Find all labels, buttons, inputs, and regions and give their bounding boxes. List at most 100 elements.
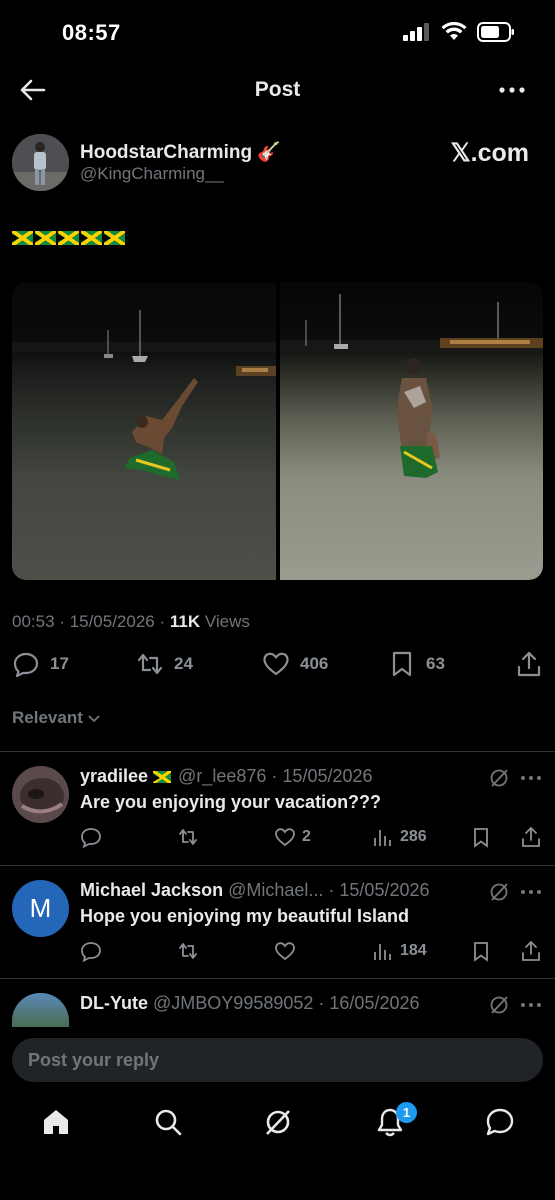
author-name-text: HoodstarCharming xyxy=(80,142,253,163)
divider xyxy=(0,978,555,979)
heart-icon xyxy=(263,652,289,676)
reply-author-name[interactable]: Michael Jackson xyxy=(80,880,223,900)
reply-icon xyxy=(13,652,39,678)
author-handle[interactable]: @KingCharming__ xyxy=(80,164,224,184)
reply-avatar[interactable] xyxy=(12,766,69,823)
reply-actions: 2 286 xyxy=(80,826,545,850)
avatar-person-photo xyxy=(12,134,69,191)
sort-label: Relevant xyxy=(12,708,83,727)
reply-view-count: 184 xyxy=(400,942,427,959)
reply-more-icon[interactable] xyxy=(519,882,543,902)
grok-icon[interactable] xyxy=(488,994,510,1016)
reply-item[interactable]: yradilee @r_lee876 · 15/05/2026 Are you … xyxy=(0,766,555,852)
bookmark-count: 63 xyxy=(426,654,445,673)
author-name[interactable]: HoodstarCharming 🎸 xyxy=(80,140,281,164)
reply-views[interactable]: 286 xyxy=(372,826,427,848)
reply-item[interactable]: DL-Yute @JMBOY99589052 · 16/05/2026 xyxy=(0,993,555,1029)
reply-icon xyxy=(81,828,101,848)
reply-bookmark-button[interactable] xyxy=(470,940,492,962)
reply-author-name[interactable]: yradilee xyxy=(80,766,148,786)
reply-repost-button[interactable] xyxy=(177,940,199,962)
avatar-photo xyxy=(12,766,69,823)
reply-actions: 184 xyxy=(80,940,545,964)
post-time: 00:53 xyxy=(12,612,55,631)
search-icon[interactable] xyxy=(152,1106,184,1138)
reply-text: Hope you enjoying my beautiful Island xyxy=(80,906,410,926)
more-options-icon[interactable] xyxy=(497,76,527,104)
reply-reply-button[interactable] xyxy=(80,940,102,962)
reply-item[interactable]: M Michael Jackson @Michael... · 15/05/20… xyxy=(0,880,555,966)
reply-bookmark-button[interactable] xyxy=(470,826,492,848)
reply-view-count: 286 xyxy=(400,828,427,845)
grok-icon[interactable] xyxy=(262,1106,294,1138)
reply-share-button[interactable] xyxy=(520,826,542,848)
reply-header: yradilee @r_lee876 · 15/05/2026 xyxy=(80,766,373,786)
reply-input[interactable] xyxy=(12,1038,543,1082)
reply-header: Michael Jackson @Michael... · 15/05/2026 xyxy=(80,880,430,900)
post-media xyxy=(12,282,543,580)
like-button[interactable]: 406 xyxy=(262,650,328,678)
post-text xyxy=(12,226,127,249)
post-photo-1[interactable] xyxy=(12,282,276,580)
reply-views[interactable]: 184 xyxy=(372,940,427,962)
reply-composer[interactable] xyxy=(12,1038,543,1082)
views-label: Views xyxy=(204,612,250,631)
messages-icon[interactable] xyxy=(484,1106,516,1138)
reply-date: 16/05/2026 xyxy=(329,993,420,1013)
reply-handle[interactable]: @JMBOY99589052 xyxy=(153,993,313,1013)
reply-like-button[interactable] xyxy=(274,940,296,962)
divider xyxy=(0,751,555,752)
reply-reply-button[interactable] xyxy=(80,826,102,848)
x-com-mark: 𝕏.com xyxy=(450,139,530,167)
reply-handle[interactable]: @Michael... xyxy=(228,880,323,900)
grok-icon[interactable] xyxy=(488,881,510,903)
reply-more-icon[interactable] xyxy=(519,995,543,1015)
signal-icon xyxy=(403,23,429,41)
reply-button[interactable]: 17 xyxy=(12,650,69,678)
jamaica-flag-icon xyxy=(58,230,79,245)
divider xyxy=(0,865,555,866)
repost-count: 24 xyxy=(174,654,193,673)
repost-icon xyxy=(179,943,197,959)
share-icon xyxy=(522,940,540,961)
share-icon xyxy=(522,826,540,847)
views-count: 11K xyxy=(169,612,201,631)
share-button[interactable] xyxy=(515,650,543,678)
reply-like-count: 2 xyxy=(302,828,311,845)
views-icon xyxy=(374,944,391,960)
grok-icon[interactable] xyxy=(488,767,510,789)
night-beach-photo-1 xyxy=(12,310,276,480)
author-avatar[interactable] xyxy=(12,134,69,191)
reply-like-button[interactable]: 2 xyxy=(274,826,311,848)
post-date: 15/05/2026 xyxy=(69,612,155,631)
night-beach-photo-2 xyxy=(279,294,543,478)
sort-replies-dropdown[interactable]: Relevant xyxy=(12,708,101,728)
home-icon[interactable] xyxy=(40,1106,72,1138)
reply-date: 15/05/2026 xyxy=(282,766,373,786)
post-photo-2[interactable] xyxy=(279,282,543,580)
reply-author-name[interactable]: DL-Yute xyxy=(80,993,148,1013)
reply-text: Are you enjoying your vacation??? xyxy=(80,792,382,812)
reply-icon xyxy=(81,942,101,962)
jamaica-flag-icon xyxy=(35,230,56,245)
reply-avatar[interactable] xyxy=(12,993,69,1027)
heart-icon xyxy=(275,828,295,847)
bookmark-icon xyxy=(474,942,488,962)
notifications-badge: 1 xyxy=(396,1102,417,1123)
reply-repost-button[interactable] xyxy=(177,826,199,848)
reply-more-icon[interactable] xyxy=(519,768,543,788)
reply-avatar[interactable]: M xyxy=(12,880,69,937)
bookmark-button[interactable]: 63 xyxy=(388,650,445,678)
avatar-letter: M xyxy=(29,893,52,923)
reply-header: DL-Yute @JMBOY99589052 · 16/05/2026 xyxy=(80,993,420,1013)
reply-share-button[interactable] xyxy=(520,940,542,962)
bookmark-icon xyxy=(392,651,412,677)
repost-icon xyxy=(179,829,197,845)
jamaica-flag-icon xyxy=(81,230,102,245)
wifi-icon xyxy=(441,22,467,40)
status-icons xyxy=(403,22,515,42)
reply-handle[interactable]: @r_lee876 xyxy=(178,766,266,786)
repost-button[interactable]: 24 xyxy=(136,650,193,678)
bookmark-icon xyxy=(474,828,488,848)
bottom-tab-bar xyxy=(0,1096,555,1156)
